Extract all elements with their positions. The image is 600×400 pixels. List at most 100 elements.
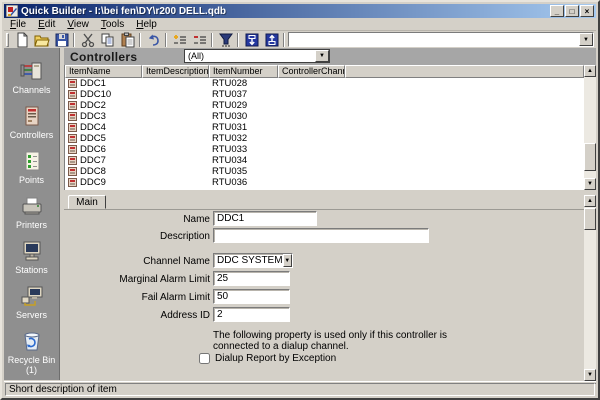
controller-item-icon: [68, 167, 77, 176]
table-row[interactable]: DDC8RTU035: [65, 166, 584, 177]
list-title: Controllers: [70, 50, 137, 64]
description-field[interactable]: [213, 228, 429, 243]
dialup-note-line1: The following property is used only if t…: [213, 330, 447, 341]
table-body: DDC1RTU028 DDC10RTU037 DDC2RTU029 DDC3RT…: [65, 78, 584, 190]
tab-main[interactable]: Main: [68, 195, 106, 209]
detail-scrollbar[interactable]: ▲ ▼: [584, 195, 596, 381]
column-header-controllerchannel[interactable]: ControllerChann...: [278, 65, 345, 78]
undo-arrow-icon: [146, 32, 162, 48]
column-header-itemnumber[interactable]: ItemNumber: [209, 65, 278, 78]
controller-item-icon: [68, 90, 77, 99]
menu-tools[interactable]: Tools: [95, 18, 130, 31]
table-scrollbar-thumb[interactable]: [584, 143, 596, 171]
channel-name-label: Channel Name: [92, 256, 210, 267]
list-header: Controllers (All) ▼: [64, 48, 596, 65]
marginal-alarm-limit-label: Marginal Alarm Limit: [92, 274, 210, 285]
toolbar-grip[interactable]: [6, 33, 9, 47]
toolbar-combobox[interactable]: ▼: [288, 32, 594, 47]
table-row[interactable]: DDC10RTU037: [65, 89, 584, 100]
description-label: Description: [92, 231, 210, 242]
chevron-down-icon[interactable]: ▼: [579, 33, 593, 46]
column-header-itemname[interactable]: ItemName: [65, 65, 142, 78]
menu-edit[interactable]: Edit: [32, 18, 61, 31]
copy-button[interactable]: [98, 31, 117, 48]
menu-view[interactable]: View: [61, 18, 95, 31]
marginal-alarm-limit-field[interactable]: [213, 271, 290, 286]
name-field[interactable]: [213, 211, 317, 226]
sidebar-item-recycle-bin[interactable]: Recycle Bin(1): [4, 330, 59, 375]
scroll-up-icon[interactable]: ▲: [584, 65, 596, 77]
paste-clipboard-icon: [120, 32, 136, 48]
minimize-button[interactable]: _: [550, 5, 564, 17]
table-scrollbar[interactable]: ▲ ▼: [584, 65, 596, 190]
scroll-up-icon[interactable]: ▲: [584, 195, 596, 207]
controller-item-icon: [68, 134, 77, 143]
download-button[interactable]: [242, 31, 261, 48]
title-bar[interactable]: Quick Builder - I:\bei fen\DY\r200 DELL.…: [4, 4, 596, 18]
chevron-down-icon[interactable]: ▼: [283, 254, 292, 267]
name-label: Name: [92, 214, 210, 225]
detail-scrollbar-thumb[interactable]: [584, 208, 596, 230]
sidebar-item-points[interactable]: Points: [4, 150, 59, 195]
address-id-label: Address ID: [92, 310, 210, 321]
new-button[interactable]: [12, 31, 31, 48]
toolbar-separator: [73, 33, 75, 47]
undo-button[interactable]: [144, 31, 163, 48]
scroll-down-icon[interactable]: ▼: [584, 178, 596, 190]
dialup-report-checkbox[interactable]: [199, 353, 210, 364]
filter-funnel-icon: [218, 32, 234, 48]
toolbar-separator: [283, 33, 285, 47]
stations-icon: [20, 240, 44, 262]
quick-builder-window: Quick Builder - I:\bei fen\DY\r200 DELL.…: [0, 0, 600, 400]
menu-bar: File Edit View Tools Help: [4, 18, 596, 31]
controller-item-icon: [68, 178, 77, 187]
table-row[interactable]: DDC7RTU034: [65, 155, 584, 166]
status-bar: Short description of item: [4, 381, 596, 396]
filter-dropdown[interactable]: (All) ▼: [184, 49, 330, 63]
table-row[interactable]: DDC1RTU028: [65, 78, 584, 89]
address-id-field[interactable]: [213, 307, 290, 322]
open-button[interactable]: [32, 31, 51, 48]
copy-icon: [100, 32, 116, 48]
table-row[interactable]: DDC5RTU032: [65, 133, 584, 144]
paste-button[interactable]: [118, 31, 137, 48]
save-button[interactable]: [52, 31, 71, 48]
sidebar-item-servers[interactable]: Servers: [4, 285, 59, 330]
controller-item-icon: [68, 123, 77, 132]
tab-divider: [64, 209, 596, 210]
sidebar-item-channels[interactable]: Channels: [4, 60, 59, 105]
controllers-icon: [20, 105, 44, 127]
open-folder-icon: [34, 32, 50, 48]
add-item-button[interactable]: [170, 31, 189, 48]
menu-help[interactable]: Help: [130, 18, 163, 31]
sidebar-item-stations[interactable]: Stations: [4, 240, 59, 285]
column-header-itemdescription[interactable]: ItemDescription: [142, 65, 209, 78]
add-item-icon: [172, 32, 188, 48]
table-row[interactable]: DDC9RTU036: [65, 177, 584, 188]
table-row[interactable]: DDC2RTU029: [65, 100, 584, 111]
dialup-report-label[interactable]: Dialup Report by Exception: [215, 353, 336, 364]
table-row[interactable]: DDC4RTU031: [65, 122, 584, 133]
dialup-report-row: Dialup Report by Exception: [199, 353, 336, 364]
menu-file[interactable]: File: [4, 18, 32, 31]
sidebar-item-printers[interactable]: Printers: [4, 195, 59, 240]
sidebar-item-controllers[interactable]: Controllers: [4, 105, 59, 150]
cut-scissors-icon: [80, 32, 96, 48]
channel-name-dropdown[interactable]: DDC SYSTEM ▼: [213, 253, 293, 268]
cut-button[interactable]: [78, 31, 97, 48]
scroll-down-icon[interactable]: ▼: [584, 369, 596, 381]
fail-alarm-limit-field[interactable]: [213, 289, 290, 304]
status-text: Short description of item: [5, 383, 595, 396]
table-row[interactable]: DDC3RTU030: [65, 111, 584, 122]
close-button[interactable]: ×: [580, 5, 594, 17]
window-title: Quick Builder - I:\bei fen\DY\r200 DELL.…: [21, 6, 549, 17]
toolbar-separator: [237, 33, 239, 47]
chevron-down-icon[interactable]: ▼: [315, 50, 329, 62]
upload-button[interactable]: [262, 31, 281, 48]
maximize-button[interactable]: □: [565, 5, 579, 17]
remove-item-button[interactable]: [190, 31, 209, 48]
filter-button[interactable]: [216, 31, 235, 48]
table-row[interactable]: DDC6RTU033: [65, 144, 584, 155]
download-icon: [244, 32, 260, 48]
sidebar: Channels Controllers Points Printers Sta…: [4, 48, 60, 380]
